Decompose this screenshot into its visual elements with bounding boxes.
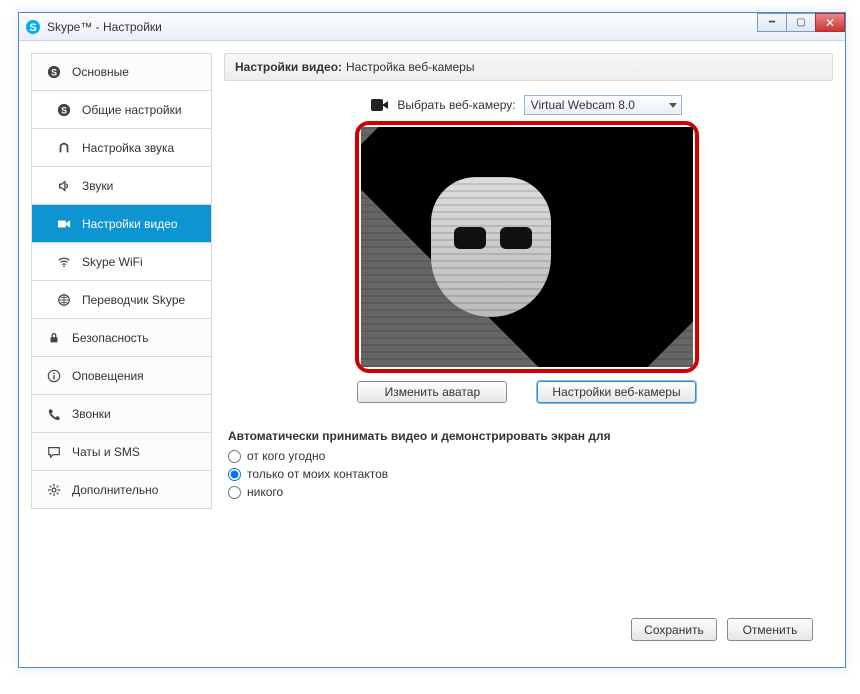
window-controls: ━ ▢ ✕ (758, 13, 845, 32)
sidebar-item-calls[interactable]: Звонки (31, 395, 212, 433)
sidebar-item-chat-sms[interactable]: Чаты и SMS (31, 433, 212, 471)
sidebar-item-translator[interactable]: Переводчик Skype (31, 281, 212, 319)
chat-icon (46, 444, 62, 460)
webcam-select-row: Выбрать веб-камеру: Virtual Webcam 8.0 (228, 95, 825, 115)
panel-body: Выбрать веб-камеру: Virtual Webcam 8.0 (224, 81, 833, 655)
sidebar-item-general[interactable]: S Общие настройки (31, 91, 212, 129)
maximize-button[interactable]: ▢ (786, 13, 816, 32)
change-avatar-button[interactable]: Изменить аватар (357, 381, 507, 403)
panel-heading-bold: Настройки видео: (235, 60, 342, 74)
headset-icon (56, 140, 72, 156)
close-button[interactable]: ✕ (815, 13, 845, 32)
info-icon (46, 368, 62, 384)
main-panel: Настройки видео: Настройка веб-камеры Вы… (224, 53, 833, 655)
sidebar-label: Оповещения (72, 369, 144, 383)
webcam-preview (355, 121, 699, 373)
speaker-icon (56, 178, 72, 194)
radio-nobody-label: никого (247, 485, 283, 499)
settings-window: S Skype™ - Настройки ━ ▢ ✕ S Основные S … (18, 12, 846, 668)
sidebar-label: Звонки (72, 407, 111, 421)
radio-anyone[interactable]: от кого угодно (228, 449, 825, 463)
sidebar-label: Звуки (82, 179, 113, 193)
settings-sidebar: S Основные S Общие настройки Настройка з… (31, 53, 212, 655)
sidebar-item-notifications[interactable]: Оповещения (31, 357, 212, 395)
panel-heading-rest: Настройка веб-камеры (346, 60, 474, 74)
radio-contacts-label: только от моих контактов (247, 467, 388, 481)
sidebar-label: Настройки видео (82, 217, 178, 231)
minimize-button[interactable]: ━ (757, 13, 787, 32)
sidebar-label: Общие настройки (82, 103, 182, 117)
sidebar-label: Skype WiFi (82, 255, 143, 269)
webcam-selected-value: Virtual Webcam 8.0 (531, 98, 635, 112)
chevron-down-icon (669, 103, 677, 108)
sidebar-label: Чаты и SMS (72, 445, 140, 459)
cancel-button[interactable]: Отменить (727, 618, 813, 641)
radio-contacts[interactable]: только от моих контактов (228, 467, 825, 481)
lock-icon (46, 330, 62, 346)
radio-anyone-label: от кого угодно (247, 449, 325, 463)
dialog-footer: Сохранить Отменить (631, 618, 813, 641)
radio-nobody-input[interactable] (228, 486, 241, 499)
sidebar-item-advanced[interactable]: Дополнительно (31, 471, 212, 509)
phone-icon (46, 406, 62, 422)
window-title: Skype™ - Настройки (47, 20, 162, 34)
sidebar-item-general-group[interactable]: S Основные (31, 53, 212, 91)
skype-icon: S (46, 64, 62, 80)
radio-nobody[interactable]: никого (228, 485, 825, 499)
gear-icon (46, 482, 62, 498)
skype-icon: S (56, 102, 72, 118)
sidebar-item-wifi[interactable]: Skype WiFi (31, 243, 212, 281)
skype-icon: S (25, 19, 41, 35)
sidebar-label: Основные (72, 65, 129, 79)
content-area: S Основные S Общие настройки Настройка з… (19, 41, 845, 667)
panel-header: Настройки видео: Настройка веб-камеры (224, 53, 833, 81)
sidebar-label: Дополнительно (72, 483, 158, 497)
wifi-icon (56, 254, 72, 270)
webcam-preview-image (361, 127, 693, 367)
sidebar-label: Настройка звука (82, 141, 174, 155)
camera-icon (371, 99, 389, 111)
globe-icon (56, 292, 72, 308)
radio-contacts-input[interactable] (228, 468, 241, 481)
save-button[interactable]: Сохранить (631, 618, 717, 641)
preview-buttons: Изменить аватар Настройки веб-камеры (228, 381, 825, 403)
camera-icon (56, 216, 72, 232)
radio-anyone-input[interactable] (228, 450, 241, 463)
titlebar[interactable]: S Skype™ - Настройки ━ ▢ ✕ (19, 13, 845, 41)
sidebar-item-audio[interactable]: Настройка звука (31, 129, 212, 167)
sidebar-item-security[interactable]: Безопасность (31, 319, 212, 357)
svg-text:S: S (61, 105, 67, 115)
sidebar-label: Безопасность (72, 331, 149, 345)
svg-text:S: S (29, 22, 36, 34)
sidebar-item-video[interactable]: Настройки видео (31, 205, 212, 243)
svg-text:S: S (51, 68, 57, 78)
sidebar-label: Переводчик Skype (82, 293, 185, 307)
webcam-settings-button[interactable]: Настройки веб-камеры (537, 381, 695, 403)
auto-receive-label: Автоматически принимать видео и демонстр… (228, 429, 825, 443)
select-webcam-label: Выбрать веб-камеру: (397, 98, 515, 112)
sidebar-item-sounds[interactable]: Звуки (31, 167, 212, 205)
webcam-dropdown[interactable]: Virtual Webcam 8.0 (524, 95, 682, 115)
